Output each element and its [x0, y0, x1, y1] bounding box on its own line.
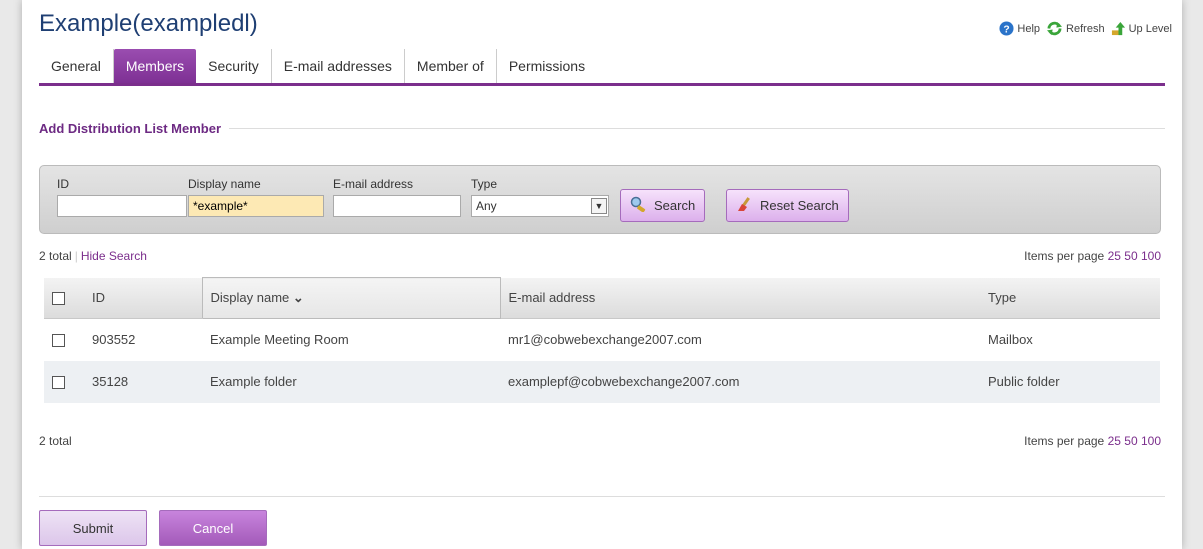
items-per-page: Items per page 25 50 100 [1024, 249, 1161, 263]
display-name-filter-input[interactable] [188, 195, 324, 217]
reset-search-button-label: Reset Search [760, 198, 839, 213]
cell-display-name: Example Meeting Room [210, 332, 349, 348]
section-title-text: Add Distribution List Member [39, 121, 221, 136]
cell-email: examplepf@cobwebexchange2007.com [500, 360, 980, 403]
column-header-display-name[interactable]: Display name ⌄ [201, 277, 501, 319]
items-per-page-bottom: Items per page 25 50 100 [1024, 434, 1161, 448]
tab-member-of[interactable]: Member of [405, 49, 497, 83]
per-page-100-link[interactable]: 100 [1141, 249, 1161, 263]
members-table: ID Display name ⌄ E-mail address Type 90… [44, 277, 1160, 403]
help-label: Help [1017, 22, 1041, 35]
tab-general[interactable]: General [39, 49, 114, 83]
email-filter: E-mail address [333, 177, 461, 217]
cell-id: 903552 [92, 332, 136, 348]
separator: | [74, 249, 78, 263]
tab-permissions[interactable]: Permissions [497, 49, 597, 83]
column-header-display-name-label: Display name [210, 290, 290, 305]
row-checkbox-cell [44, 360, 84, 403]
refresh-link[interactable]: Refresh [1046, 21, 1105, 36]
items-per-page-label: Items per page [1024, 434, 1105, 448]
cancel-button[interactable]: Cancel [159, 510, 267, 546]
cell-id: 35128 [84, 360, 202, 403]
total-count-bottom: 2 total [39, 434, 72, 448]
display-name-filter: Display name [188, 177, 324, 217]
footer-divider [39, 496, 1165, 497]
search-button[interactable]: Search [620, 189, 706, 222]
eraser-brush-icon [736, 196, 754, 215]
select-all-cell [44, 277, 84, 319]
per-page-50-link[interactable]: 50 [1124, 249, 1137, 263]
svg-text:?: ? [1004, 24, 1010, 35]
per-page-25-link[interactable]: 25 [1108, 249, 1121, 263]
column-header-id[interactable]: ID [84, 277, 202, 319]
per-page-50-link[interactable]: 50 [1124, 434, 1137, 448]
table-header-row: ID Display name ⌄ E-mail address Type [44, 277, 1160, 319]
row-checkbox[interactable] [52, 334, 65, 348]
magnifier-icon [630, 196, 648, 215]
help-link[interactable]: ? Help [999, 21, 1040, 36]
type-filter: Type Any ▼ [471, 177, 609, 217]
tab-members[interactable]: Members [113, 49, 197, 83]
tab-email-addresses[interactable]: E-mail addresses [272, 49, 405, 83]
sort-desc-icon: ⌄ [292, 290, 304, 305]
row-checkbox[interactable] [52, 376, 65, 390]
per-page-100-link[interactable]: 100 [1141, 434, 1161, 448]
search-button-label: Search [654, 198, 696, 213]
cell-display-name: Example folder [202, 360, 500, 403]
total-count: 2 total [39, 249, 72, 263]
page: Example(exampledl) ? Help Refresh Up Lev… [22, 0, 1182, 549]
table-row[interactable]: 903552 Example Meeting Room mr1@cobwebex… [44, 319, 1160, 361]
summary-bottom: 2 total Items per page 25 50 100 [39, 434, 1161, 448]
up-level-label: Up Level [1128, 22, 1172, 35]
top-links: ? Help Refresh Up Level [999, 21, 1172, 36]
column-header-type[interactable]: Type [980, 277, 1160, 319]
hide-search-link[interactable]: Hide Search [81, 249, 147, 263]
type-select[interactable]: Any ▼ [471, 195, 609, 217]
refresh-icon [1046, 21, 1063, 36]
cell-type: Public folder [980, 360, 1160, 403]
reset-search-button[interactable]: Reset Search [726, 189, 849, 222]
cell-type: Mailbox [988, 332, 1033, 348]
type-select-value: Any [476, 199, 497, 213]
up-arrow-icon [1111, 21, 1126, 36]
help-icon: ? [999, 21, 1014, 36]
id-filter-input[interactable] [57, 195, 187, 217]
items-per-page-label: Items per page [1024, 249, 1105, 263]
up-level-link[interactable]: Up Level [1111, 21, 1172, 36]
email-filter-label: E-mail address [333, 177, 414, 191]
select-all-checkbox[interactable] [52, 292, 65, 306]
submit-button[interactable]: Submit [39, 510, 147, 546]
id-filter: ID [57, 177, 187, 217]
chevron-down-icon[interactable]: ▼ [591, 198, 607, 214]
row-checkbox-cell [44, 319, 84, 361]
email-filter-input[interactable] [333, 195, 461, 217]
refresh-label: Refresh [1066, 22, 1105, 35]
tab-bar: General Members Security E-mail addresse… [39, 49, 1165, 86]
summary-top-left: 2 total | Hide Search [39, 249, 147, 263]
tab-security[interactable]: Security [196, 49, 272, 83]
per-page-25-link[interactable]: 25 [1108, 434, 1121, 448]
cell-email: mr1@cobwebexchange2007.com [508, 332, 702, 348]
display-name-filter-label: Display name [188, 177, 261, 191]
summary-top: 2 total | Hide Search Items per page 25 50… [39, 249, 1161, 263]
type-filter-label: Type [471, 177, 498, 191]
search-panel: ID Display name E-mail address Type Any … [39, 165, 1161, 234]
id-filter-label: ID [57, 177, 69, 191]
table-row[interactable]: 35128 Example folder examplepf@cobwebexc… [44, 360, 1160, 403]
page-title: Example(exampledl) [39, 10, 258, 37]
column-header-email[interactable]: E-mail address [500, 277, 980, 319]
section-title: Add Distribution List Member [39, 121, 1165, 136]
